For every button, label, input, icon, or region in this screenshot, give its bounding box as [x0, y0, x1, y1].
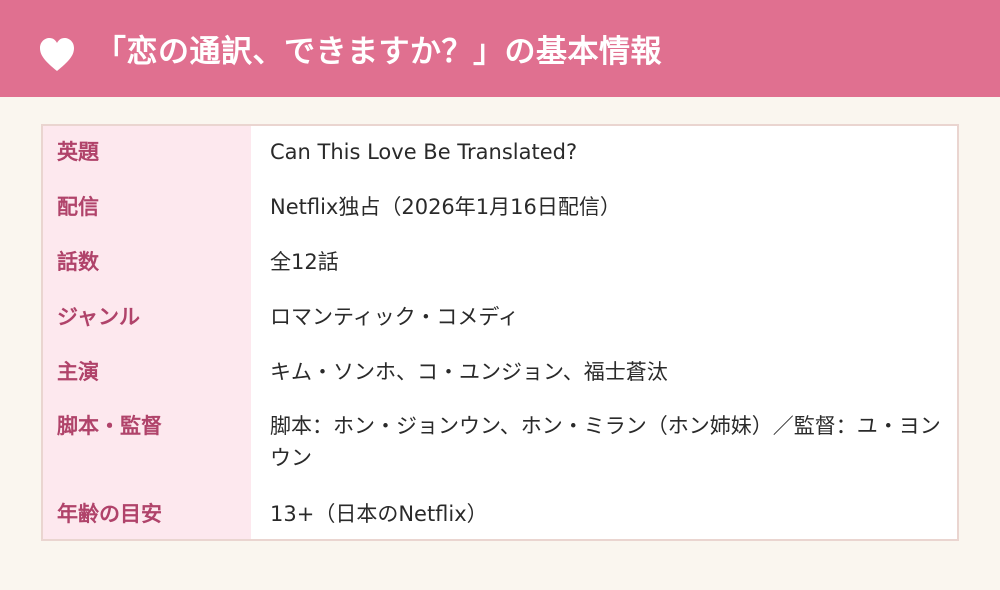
row-label: 年齢の目安 [57, 502, 162, 526]
row-label: 話数 [57, 250, 99, 274]
row-label: 主演 [57, 360, 99, 384]
row-value: キム・ソンホ、コ・ユンジョン、福士蒼汰 [270, 360, 668, 384]
label-column [43, 126, 251, 539]
row-label: 脚本・監督 [57, 414, 162, 438]
row-label: ジャンル [57, 305, 140, 329]
row-value: Can This Love Be Translated? [270, 140, 578, 164]
info-table: 英題 Can This Love Be Translated? 配信 Netfl… [41, 124, 959, 541]
row-label: 配信 [57, 195, 99, 219]
row-value: 脚本：ホン・ジョンウン、ホン・ミラン（ホン姉妹）／監督：ユ・ヨンウン [270, 414, 941, 470]
row-value: 13+（日本のNetflix） [270, 502, 488, 526]
row-value: Netflix独占（2026年1月16日配信） [270, 195, 621, 219]
row-value: ロマンティック・コメディ [270, 305, 519, 329]
page-title: 「恋の通訳、できますか？」の基本情報 [95, 34, 662, 70]
row-label: 英題 [57, 140, 99, 164]
row-value: 全12話 [270, 250, 339, 274]
page-header: 「恋の通訳、できますか？」の基本情報 [0, 0, 1000, 97]
heart-icon [40, 38, 74, 71]
